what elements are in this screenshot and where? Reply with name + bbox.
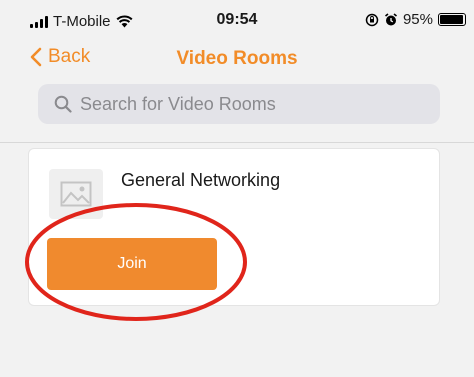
divider (0, 142, 474, 143)
alarm-icon (384, 12, 397, 25)
room-name: General Networking (121, 170, 281, 190)
room-thumbnail (49, 169, 103, 219)
battery-fill (440, 15, 463, 24)
search-input[interactable]: Search for Video Rooms (38, 84, 440, 124)
navigation-bar: Back Video Rooms (0, 36, 474, 80)
orientation-lock-icon (365, 13, 379, 26)
search-icon (54, 95, 72, 113)
join-button[interactable]: Join (47, 238, 217, 290)
image-placeholder-icon (60, 181, 92, 207)
join-label: Join (117, 255, 147, 272)
status-right-group: 95% (365, 11, 466, 28)
search-placeholder: Search for Video Rooms (80, 93, 276, 114)
battery-percent: 95% (402, 11, 433, 28)
status-bar: T-Mobile 09:54 95% (0, 0, 474, 36)
room-card[interactable]: General Networking Join (28, 148, 440, 306)
page-title: Video Rooms (176, 48, 298, 69)
battery-icon (438, 13, 466, 26)
